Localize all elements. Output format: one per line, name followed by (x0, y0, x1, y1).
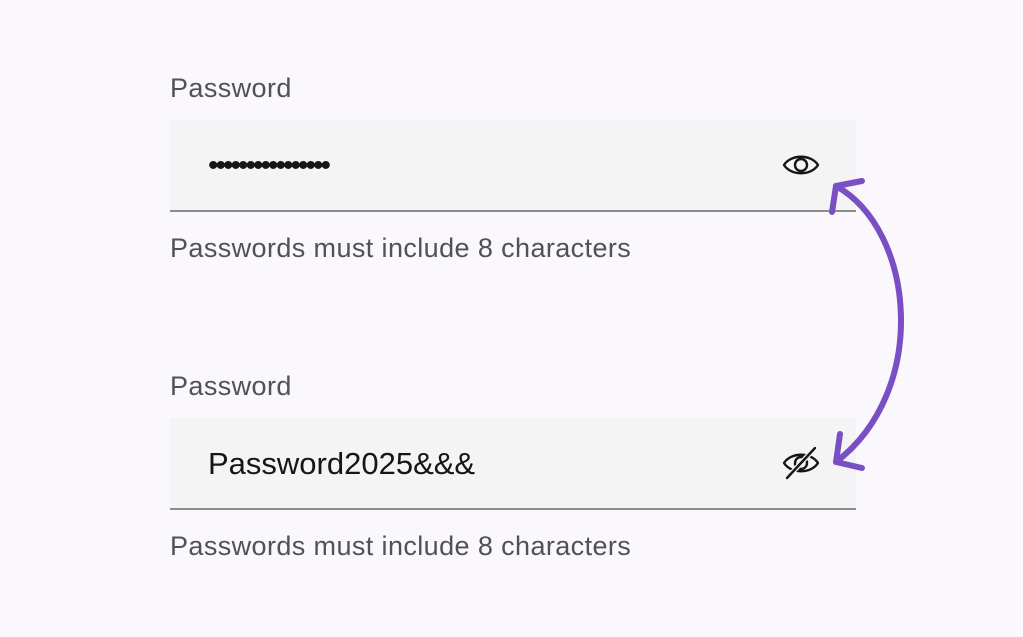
double-headed-curved-arrow-icon (829, 178, 904, 471)
